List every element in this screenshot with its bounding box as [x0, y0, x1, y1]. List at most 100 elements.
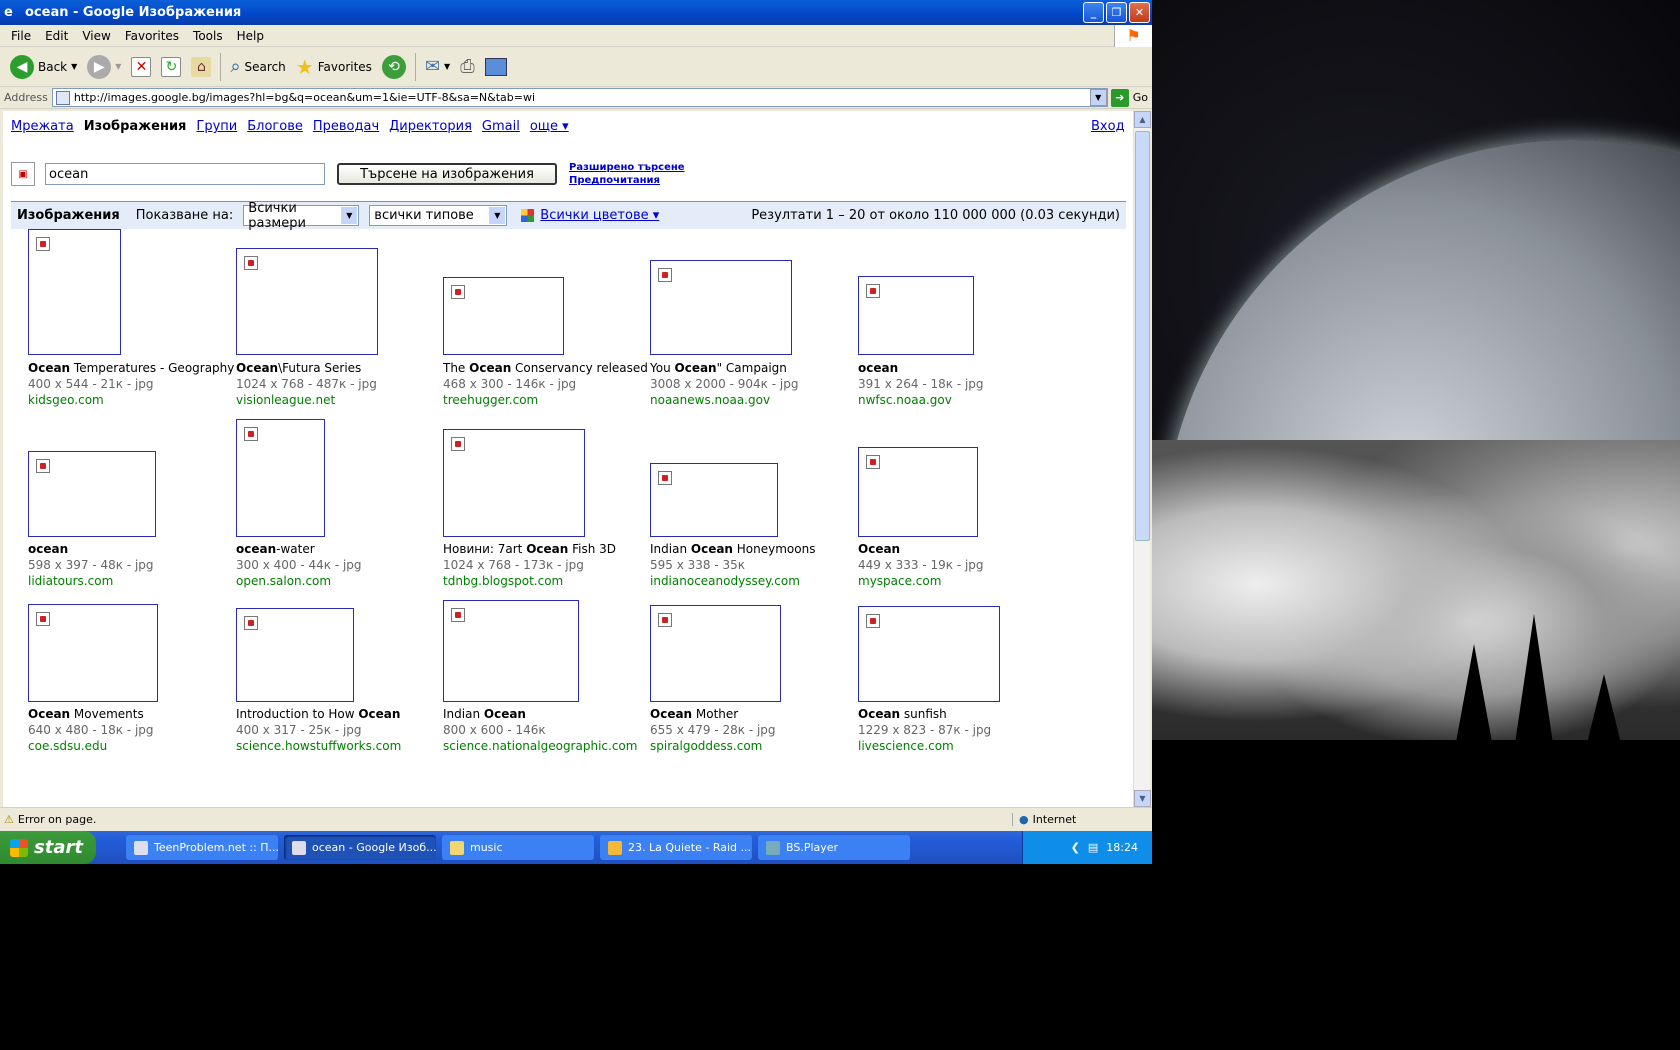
- task-ocean-google[interactable]: ocean - Google Изоб...: [284, 835, 436, 860]
- nav-more[interactable]: още ▾: [530, 119, 569, 134]
- result-site[interactable]: coe.sdsu.edu: [28, 738, 238, 754]
- search-button[interactable]: ⌕ Search: [226, 54, 289, 79]
- advanced-search-link[interactable]: Разширено търсене: [569, 161, 685, 174]
- search-input[interactable]: [45, 163, 325, 185]
- nav-blogs[interactable]: Блогове: [247, 119, 303, 134]
- mail-button[interactable]: ✉ ▼: [421, 54, 454, 79]
- menu-help[interactable]: Help: [230, 29, 271, 43]
- result-item[interactable]: Ocean Movements 640 x 480 - 18к - jpg coe.…: [28, 604, 238, 754]
- result-title[interactable]: ocean-water: [236, 541, 446, 557]
- scroll-up-icon[interactable]: ▲: [1134, 111, 1151, 128]
- forward-button[interactable]: ▶ ▼: [83, 53, 125, 81]
- result-thumbnail[interactable]: [650, 260, 792, 355]
- result-item[interactable]: ocean-water 300 x 400 - 44к - jpg open.sal…: [236, 419, 446, 589]
- result-thumbnail[interactable]: [858, 447, 978, 537]
- refresh-button[interactable]: ↻: [157, 55, 185, 79]
- result-thumbnail[interactable]: [858, 606, 1000, 702]
- scroll-thumb[interactable]: [1135, 131, 1150, 541]
- result-site[interactable]: treehugger.com: [443, 392, 653, 408]
- result-title[interactable]: Ocean Movements: [28, 706, 238, 722]
- type-select[interactable]: всички типове ▼: [369, 205, 508, 226]
- result-site[interactable]: visionleague.net: [236, 392, 446, 408]
- result-site[interactable]: spiralgoddess.com: [650, 738, 860, 754]
- result-item[interactable]: Новини: 7art Ocean Fish 3D 1024 x 768 - 1…: [443, 429, 653, 589]
- result-thumbnail[interactable]: [28, 229, 121, 355]
- history-button[interactable]: ⟲: [378, 53, 410, 81]
- result-site[interactable]: science.howstuffworks.com: [236, 738, 446, 754]
- result-site[interactable]: myspace.com: [858, 573, 1068, 589]
- result-item[interactable]: Indian Ocean Honeymoons 595 x 338 - 35к in…: [650, 463, 860, 589]
- result-site[interactable]: nwfsc.noaa.gov: [858, 392, 1068, 408]
- result-site[interactable]: lidiatours.com: [28, 573, 238, 589]
- result-title[interactable]: Новини: 7art Ocean Fish 3D: [443, 541, 653, 557]
- colors-link[interactable]: Всички цветове ▾: [521, 208, 659, 223]
- task-teenproblem[interactable]: TeenProblem.net :: П...: [126, 835, 278, 860]
- result-site[interactable]: tdnbg.blogspot.com: [443, 573, 653, 589]
- result-title[interactable]: Introduction to How Ocean: [236, 706, 446, 722]
- result-site[interactable]: noaanews.noaa.gov: [650, 392, 860, 408]
- address-dropdown-icon[interactable]: ▼: [1089, 89, 1107, 106]
- result-item[interactable]: Ocean Mother 655 x 479 - 28к - jpg spiralg…: [650, 605, 860, 754]
- task-la-quiete[interactable]: 23. La Quiete - Raid ...: [600, 835, 752, 860]
- size-select[interactable]: Всички размери ▼: [243, 201, 360, 231]
- result-thumbnail[interactable]: [236, 419, 325, 537]
- result-site[interactable]: kidsgeo.com: [28, 392, 238, 408]
- result-title[interactable]: ocean: [28, 541, 238, 557]
- result-title[interactable]: Ocean\Futura Series: [236, 360, 446, 376]
- home-button[interactable]: ⌂: [187, 55, 215, 79]
- nav-web[interactable]: Мрежата: [11, 119, 74, 134]
- menu-view[interactable]: View: [75, 29, 117, 43]
- result-thumbnail[interactable]: [443, 277, 564, 355]
- result-item[interactable]: Ocean\Futura Series 1024 x 768 - 487к - j…: [236, 248, 446, 408]
- back-button[interactable]: ◀ Back ▼: [6, 53, 81, 81]
- nav-gmail[interactable]: Gmail: [482, 119, 520, 134]
- result-item[interactable]: You Ocean" Campaign 3008 x 2000 - 904к - …: [650, 260, 860, 408]
- result-item[interactable]: Introduction to How Ocean 400 x 317 - 25к…: [236, 608, 446, 754]
- result-title[interactable]: Ocean: [858, 541, 1068, 557]
- vertical-scrollbar[interactable]: ▲ ▼: [1133, 111, 1151, 807]
- edit-button[interactable]: [481, 56, 511, 78]
- preferences-link[interactable]: Предпочитания: [569, 174, 685, 187]
- menu-tools[interactable]: Tools: [186, 29, 230, 43]
- tray-expand-icon[interactable]: ❮: [1071, 841, 1080, 854]
- result-thumbnail[interactable]: [443, 600, 579, 702]
- result-title[interactable]: Ocean Temperatures - Geography: [28, 360, 238, 376]
- task-music[interactable]: music: [442, 835, 594, 860]
- start-button[interactable]: start: [0, 831, 96, 864]
- result-thumbnail[interactable]: [650, 463, 778, 537]
- network-icon[interactable]: ▤: [1088, 841, 1098, 854]
- result-title[interactable]: Indian Ocean: [443, 706, 653, 722]
- result-site[interactable]: indianoceanodyssey.com: [650, 573, 860, 589]
- result-title[interactable]: Ocean Mother: [650, 706, 860, 722]
- result-title[interactable]: The Ocean Conservancy released: [443, 360, 653, 376]
- result-thumbnail[interactable]: [236, 608, 354, 702]
- close-button[interactable]: ✕: [1129, 2, 1150, 23]
- result-thumbnail[interactable]: [236, 248, 378, 355]
- nav-translate[interactable]: Преводач: [313, 119, 379, 134]
- minimize-button[interactable]: _: [1083, 2, 1104, 23]
- result-item[interactable]: The Ocean Conservancy released 468 x 300 …: [443, 277, 653, 408]
- nav-groups[interactable]: Групи: [196, 119, 237, 134]
- print-button[interactable]: ⎙: [456, 54, 478, 79]
- result-site[interactable]: livescience.com: [858, 738, 1068, 754]
- nav-directory[interactable]: Директория: [389, 119, 472, 134]
- result-title[interactable]: ocean: [858, 360, 1068, 376]
- result-thumbnail[interactable]: [650, 605, 781, 702]
- menu-edit[interactable]: Edit: [38, 29, 75, 43]
- result-thumbnail[interactable]: [28, 604, 158, 702]
- result-site[interactable]: open.salon.com: [236, 573, 446, 589]
- result-thumbnail[interactable]: [858, 276, 974, 355]
- result-title[interactable]: Ocean sunfish: [858, 706, 1068, 722]
- result-title[interactable]: You Ocean" Campaign: [650, 360, 860, 376]
- result-thumbnail[interactable]: [443, 429, 585, 537]
- maximize-button[interactable]: ❐: [1106, 2, 1127, 23]
- sign-in-link[interactable]: Вход: [1091, 119, 1125, 134]
- favorites-button[interactable]: ★ Favorites: [292, 53, 376, 81]
- title-bar[interactable]: e ocean - Google Изображения _ ❐ ✕: [0, 0, 1152, 25]
- scroll-down-icon[interactable]: ▼: [1134, 790, 1151, 807]
- result-item[interactable]: ocean 598 x 397 - 48к - jpg lidiatours.com: [28, 451, 238, 589]
- menu-file[interactable]: File: [4, 29, 38, 43]
- stop-button[interactable]: ✕: [127, 55, 155, 79]
- result-item[interactable]: Ocean sunfish 1229 x 823 - 87к - jpg lives…: [858, 606, 1068, 754]
- result-item[interactable]: Indian Ocean 800 x 600 - 146к science.nati…: [443, 600, 653, 754]
